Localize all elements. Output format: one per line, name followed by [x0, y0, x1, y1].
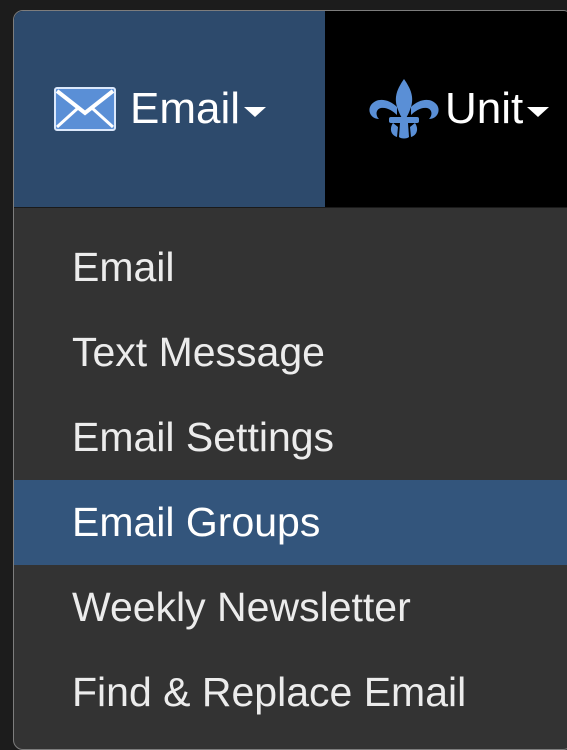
caret-down-icon — [244, 107, 267, 117]
menu-item-email[interactable]: Email — [14, 225, 567, 310]
nav-email-dropdown-toggle[interactable]: Email — [14, 11, 325, 207]
menu-item-email-settings[interactable]: Email Settings — [14, 395, 567, 480]
envelope-icon — [54, 87, 116, 131]
menu-item-text-message[interactable]: Text Message — [14, 310, 567, 395]
fleur-de-lis-icon — [367, 77, 441, 141]
caret-down-icon — [527, 107, 550, 117]
dropdown-frame: Email Unit Email Text Message Email Sett… — [13, 10, 567, 750]
nav-email-label: Email — [130, 84, 241, 133]
menu-item-weekly-newsletter[interactable]: Weekly Newsletter — [14, 565, 567, 650]
nav-unit-label: Unit — [445, 84, 524, 133]
menu-item-email-groups[interactable]: Email Groups — [14, 480, 567, 565]
navbar: Email Unit — [14, 11, 567, 208]
email-dropdown-menu: Email Text Message Email Settings Email … — [14, 207, 567, 735]
menu-item-find-replace-email[interactable]: Find & Replace Email — [14, 650, 567, 735]
nav-unit-dropdown-toggle[interactable]: Unit — [367, 11, 567, 207]
